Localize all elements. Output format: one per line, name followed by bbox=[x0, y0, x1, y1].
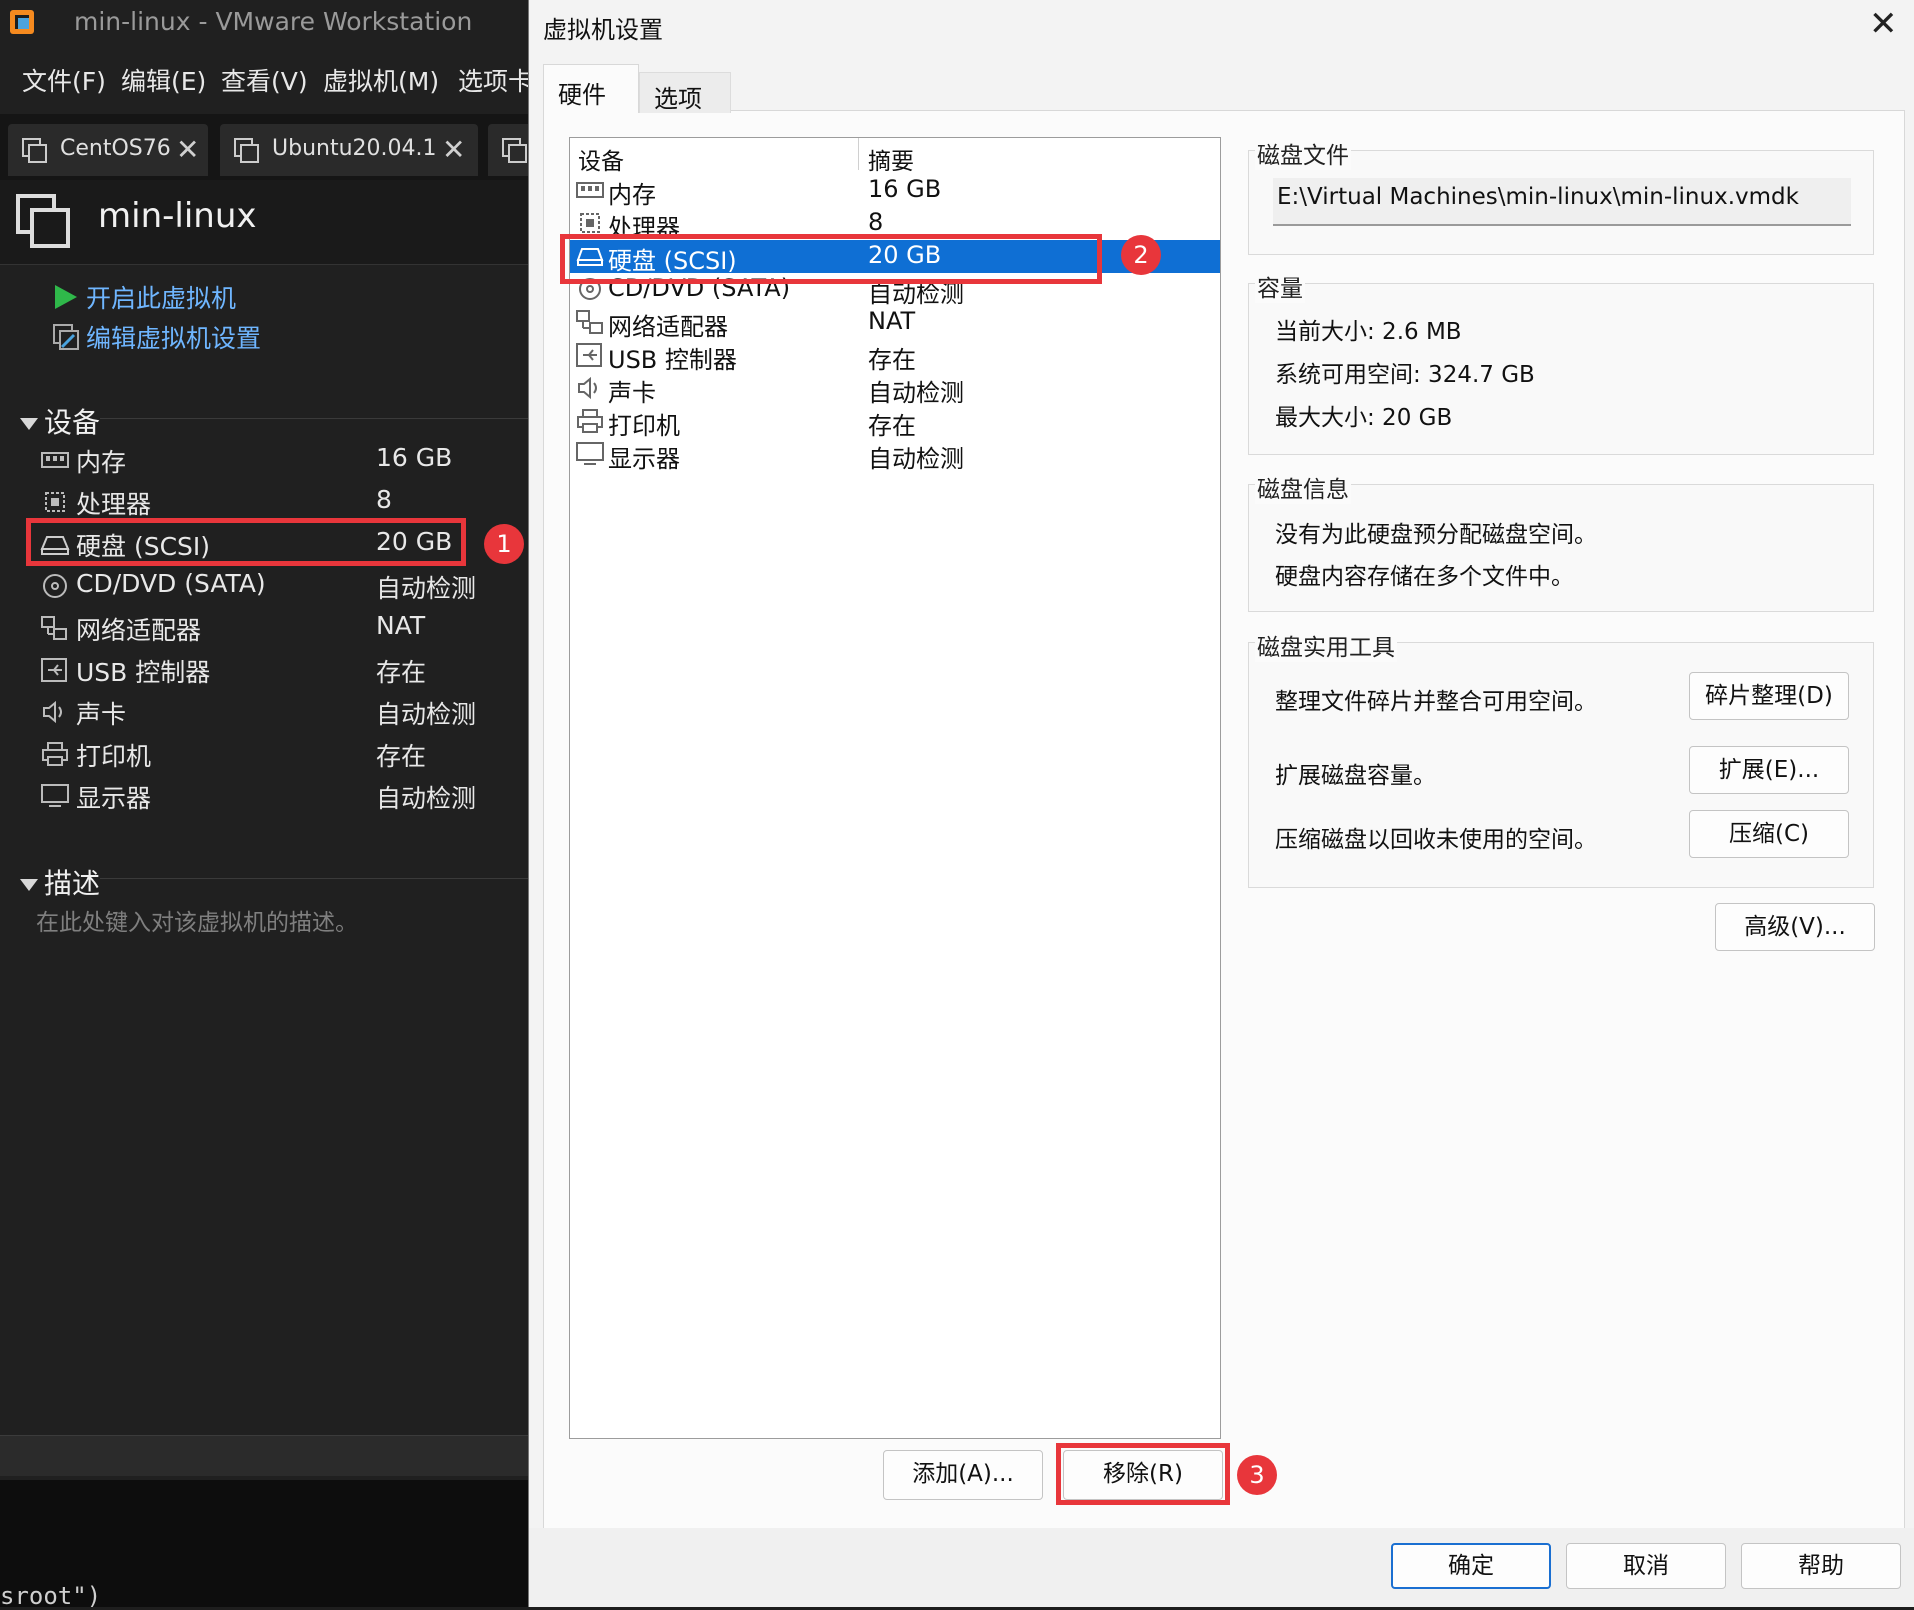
usb-icon bbox=[576, 343, 602, 367]
vm-icon bbox=[22, 138, 47, 163]
description-section-header[interactable]: 描述 bbox=[20, 862, 100, 902]
defrag-text: 整理文件碎片并整合可用空间。 bbox=[1275, 689, 1597, 715]
cpu-icon bbox=[580, 213, 600, 233]
vmware-titlebar: min-linux - VMware Workstation bbox=[0, 0, 540, 46]
list-row-printer[interactable]: 打印机 存在 bbox=[570, 405, 1220, 440]
horizontal-scrollbar[interactable] bbox=[0, 1435, 540, 1476]
available-space-text: 系统可用空间: 324.7 GB bbox=[1275, 362, 1535, 388]
memory-icon bbox=[576, 182, 604, 198]
list-row-usb[interactable]: USB 控制器 存在 bbox=[570, 339, 1220, 374]
annotation-badge-3: 3 bbox=[1237, 1455, 1277, 1495]
capacity-label: 容量 bbox=[1255, 269, 1305, 303]
disk-file-label: 磁盘文件 bbox=[1255, 136, 1351, 170]
monitor-icon bbox=[41, 784, 69, 807]
play-icon bbox=[55, 285, 77, 309]
device-row-usb[interactable]: USB 控制器 存在 bbox=[36, 651, 516, 689]
divider bbox=[100, 878, 540, 879]
devices-section-header[interactable]: 设备 bbox=[20, 401, 100, 441]
tab-options[interactable]: 选项 bbox=[639, 72, 731, 113]
device-row-network[interactable]: 网络适配器 NAT bbox=[36, 609, 516, 647]
disk-info-label: 磁盘信息 bbox=[1255, 470, 1351, 504]
annotation-badge-2: 2 bbox=[1121, 235, 1161, 275]
vm-tab-strip: CentOS76 ✕ Ubuntu20.04.1 ✕ bbox=[0, 114, 548, 180]
vm-name: min-linux bbox=[98, 196, 257, 236]
expand-text: 扩展磁盘容量。 bbox=[1275, 763, 1436, 789]
edit-settings-icon bbox=[53, 324, 79, 350]
annotation-box-2 bbox=[560, 234, 1102, 284]
device-row-printer[interactable]: 打印机 存在 bbox=[36, 735, 516, 773]
vm-icon bbox=[502, 138, 527, 163]
compact-text: 压缩磁盘以回收未使用的空间。 bbox=[1275, 827, 1597, 853]
printer-icon bbox=[42, 742, 68, 766]
device-row-sound[interactable]: 声卡 自动检测 bbox=[36, 693, 516, 731]
list-row-memory[interactable]: 内存 16 GB bbox=[570, 174, 1220, 209]
description-placeholder[interactable]: 在此处键入对该虚拟机的描述。 bbox=[36, 903, 358, 937]
column-header-device[interactable]: 设备 bbox=[578, 142, 624, 176]
device-row-cpu[interactable]: 处理器 8 bbox=[36, 483, 516, 521]
advanced-button[interactable]: 高级(V)... bbox=[1715, 903, 1875, 951]
tab-close-icon[interactable]: ✕ bbox=[176, 133, 199, 166]
list-row-monitor[interactable]: 显示器 自动检测 bbox=[570, 438, 1220, 473]
add-button[interactable]: 添加(A)... bbox=[883, 1450, 1043, 1500]
menu-bar: 文件(F) 编辑(E) 查看(V) 虚拟机(M) 选项卡 bbox=[0, 56, 540, 100]
device-row-cdrom[interactable]: CD/DVD (SATA) 自动检测 bbox=[36, 567, 516, 605]
cpu-icon bbox=[45, 492, 65, 512]
vmware-main-window: min-linux - VMware Workstation 文件(F) 编辑(… bbox=[0, 0, 548, 1610]
expand-button[interactable]: 扩展(E)... bbox=[1689, 746, 1849, 794]
menu-view[interactable]: 查看(V) bbox=[221, 62, 308, 98]
sound-icon bbox=[578, 376, 597, 400]
max-size-text: 最大大小: 20 GB bbox=[1275, 405, 1453, 431]
disk-utilities-label: 磁盘实用工具 bbox=[1255, 628, 1397, 662]
network-icon bbox=[41, 616, 67, 640]
ok-button[interactable]: 确定 bbox=[1391, 1543, 1551, 1589]
device-list[interactable]: 设备 摘要 内存 16 GB 处理器 8 硬盘 (SCSI) 20 GB CD/… bbox=[569, 137, 1221, 1439]
tab-centos76[interactable]: CentOS76 ✕ bbox=[8, 124, 208, 176]
dialog-title: 虚拟机设置 bbox=[543, 16, 663, 44]
disk-info-line2: 硬盘内容存储在多个文件中。 bbox=[1275, 564, 1574, 590]
collapse-triangle-icon bbox=[20, 879, 38, 891]
vm-icon bbox=[234, 138, 259, 163]
annotation-box-1 bbox=[26, 518, 466, 566]
help-button[interactable]: 帮助 bbox=[1741, 1543, 1901, 1589]
usb-icon bbox=[41, 658, 67, 682]
disk-info-line1: 没有为此硬盘预分配磁盘空间。 bbox=[1275, 522, 1597, 548]
network-icon bbox=[576, 310, 603, 334]
printer-icon bbox=[577, 409, 603, 433]
collapse-triangle-icon bbox=[20, 418, 38, 430]
cdrom-icon bbox=[43, 574, 67, 598]
memory-icon bbox=[41, 452, 69, 468]
tab-ubuntu[interactable]: Ubuntu20.04.1 ✕ bbox=[220, 124, 478, 176]
column-separator bbox=[858, 138, 859, 170]
cancel-button[interactable]: 取消 bbox=[1566, 1543, 1726, 1589]
close-icon[interactable]: ✕ bbox=[1869, 4, 1898, 44]
list-row-sound[interactable]: 声卡 自动检测 bbox=[570, 372, 1220, 407]
menu-file[interactable]: 文件(F) bbox=[22, 62, 106, 98]
menu-tabs[interactable]: 选项卡 bbox=[458, 62, 533, 98]
device-row-memory[interactable]: 内存 16 GB bbox=[36, 441, 516, 479]
current-size-text: 当前大小: 2.6 MB bbox=[1275, 319, 1462, 345]
list-row-network[interactable]: 网络适配器 NAT bbox=[570, 306, 1220, 341]
sound-icon bbox=[43, 700, 62, 724]
tab-label: CentOS76 bbox=[60, 136, 171, 161]
vm-large-icon bbox=[16, 194, 70, 248]
divider bbox=[100, 418, 540, 419]
annotation-box-3 bbox=[1056, 1443, 1230, 1505]
tab-hardware[interactable]: 硬件 bbox=[543, 64, 639, 113]
console-text: sroot") bbox=[0, 1582, 102, 1610]
compact-button[interactable]: 压缩(C) bbox=[1689, 810, 1849, 858]
vmware-logo-icon bbox=[10, 10, 34, 34]
window-title: min-linux - VMware Workstation bbox=[74, 7, 473, 36]
tab-label: Ubuntu20.04.1 bbox=[272, 136, 437, 161]
device-row-monitor[interactable]: 显示器 自动检测 bbox=[36, 777, 516, 815]
defragment-button[interactable]: 碎片整理(D) bbox=[1689, 672, 1849, 720]
menu-edit[interactable]: 编辑(E) bbox=[121, 62, 206, 98]
vm-header: min-linux bbox=[0, 180, 540, 265]
monitor-icon bbox=[576, 442, 604, 465]
column-header-summary[interactable]: 摘要 bbox=[868, 142, 914, 176]
annotation-badge-1: 1 bbox=[484, 524, 524, 564]
disk-file-path-field[interactable]: E:\Virtual Machines\min-linux\min-linux.… bbox=[1273, 178, 1851, 226]
menu-vm[interactable]: 虚拟机(M) bbox=[323, 62, 439, 98]
tab-close-icon[interactable]: ✕ bbox=[442, 133, 465, 166]
